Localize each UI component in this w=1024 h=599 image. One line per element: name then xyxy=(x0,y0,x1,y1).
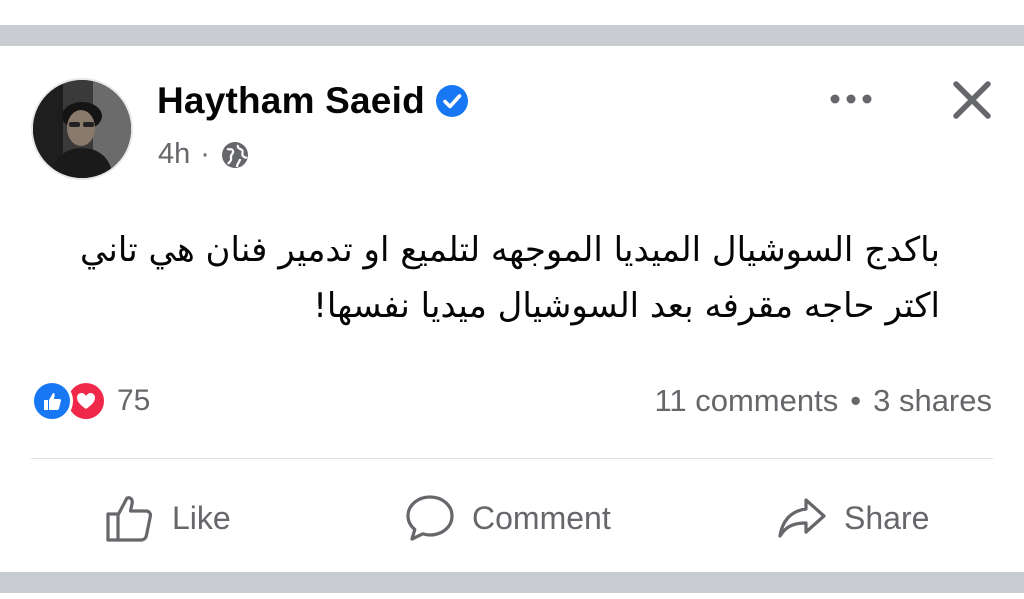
stats-separator: • xyxy=(850,383,862,418)
like-label: Like xyxy=(172,499,231,536)
post-text-line: اكتر حاجه مقرفه بعد السوشيال ميديا نفسها… xyxy=(313,286,940,326)
author-avatar[interactable] xyxy=(31,78,133,180)
reaction-count: 75 xyxy=(117,384,151,417)
meta-separator: · xyxy=(200,138,210,170)
separator-band xyxy=(0,25,1024,46)
thumbs-up-icon xyxy=(106,496,153,542)
globe-icon[interactable] xyxy=(220,140,250,170)
share-arrow-icon xyxy=(778,498,826,538)
separator-band xyxy=(0,572,1024,593)
close-icon[interactable] xyxy=(950,78,994,122)
post-body: باكدج السوشيال الميديا الموجهه لتلميع او… xyxy=(20,222,940,334)
avatar-image xyxy=(33,80,131,178)
comment-label: Comment xyxy=(472,499,611,536)
shares-count[interactable]: 3 shares xyxy=(873,383,992,419)
post-timestamp[interactable]: 4h xyxy=(158,138,190,171)
reactions-summary[interactable]: 75 xyxy=(31,380,150,422)
share-label: Share xyxy=(844,499,930,536)
author-row: Haytham Saeid xyxy=(157,80,469,122)
like-button[interactable]: Like xyxy=(104,492,231,544)
comment-icon xyxy=(406,495,454,541)
post-meta: 4h · xyxy=(158,138,250,171)
bottom-separator xyxy=(0,572,1024,599)
comments-count[interactable]: 11 comments xyxy=(654,383,838,419)
share-button[interactable]: Share xyxy=(776,492,929,544)
author-name[interactable]: Haytham Saeid xyxy=(157,80,425,122)
post-text-line: باكدج السوشيال الميديا الموجهه لتلميع او… xyxy=(80,230,940,270)
divider xyxy=(31,458,993,459)
top-separator xyxy=(0,0,1024,46)
more-horizontal-icon[interactable] xyxy=(828,87,874,111)
engagement-stats: 11 comments • 3 shares xyxy=(654,383,992,419)
verified-badge-icon xyxy=(435,85,468,117)
like-reaction-icon xyxy=(31,380,73,422)
comment-button[interactable]: Comment xyxy=(404,492,611,544)
